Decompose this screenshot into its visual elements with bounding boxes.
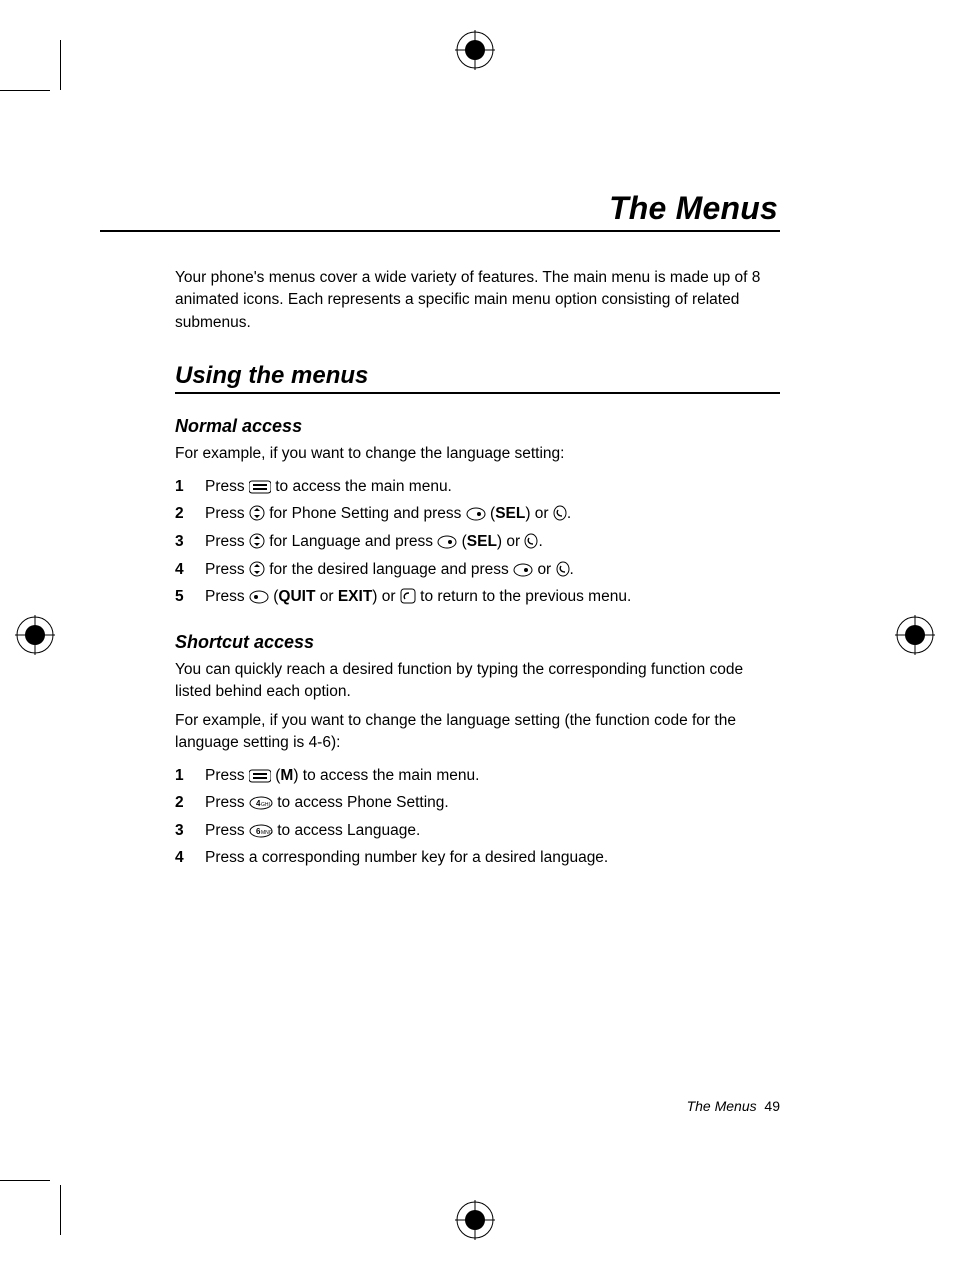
- label-quit: QUIT: [278, 588, 315, 605]
- steps-list: 1 Press to access the main menu. 2 Press…: [175, 474, 780, 610]
- steps-list: 1 Press (M) to access the main menu. 2 P…: [175, 763, 780, 871]
- step-number: 5: [175, 584, 205, 610]
- registration-mark-icon: [15, 615, 55, 655]
- menu-key-icon: [249, 477, 271, 492]
- page-title: The Menus: [175, 190, 780, 227]
- crop-mark-icon: [0, 1180, 50, 1181]
- section-heading: Using the menus: [175, 362, 780, 394]
- subsection-heading: Shortcut access: [175, 632, 780, 653]
- page-number: 49: [764, 1098, 780, 1114]
- softkey-icon: [437, 532, 457, 547]
- step-number: 4: [175, 557, 205, 583]
- step-number: 4: [175, 845, 205, 871]
- page-title-row: The Menus: [175, 190, 780, 227]
- step-item: 1 Press (M) to access the main menu.: [175, 763, 780, 789]
- digit-4-key-icon: 4GHI: [249, 793, 273, 808]
- title-rule: [100, 230, 780, 232]
- step-item: 4 Press a corresponding number key for a…: [175, 845, 780, 871]
- step-item: 2 Press for Phone Setting and press (SEL…: [175, 501, 780, 527]
- lead-paragraph: For example, if you want to change the l…: [175, 443, 780, 465]
- step-item: 3 Press 6MNO to access Language.: [175, 818, 780, 844]
- crop-mark-icon: [0, 90, 50, 91]
- intro-paragraph: Your phone's menus cover a wide variety …: [175, 267, 780, 334]
- nav-key-icon: [249, 532, 265, 547]
- paragraph: For example, if you want to change the l…: [175, 710, 780, 755]
- crop-mark-icon: [60, 40, 61, 90]
- step-text: Press for Language and press (SEL) or .: [205, 529, 780, 555]
- step-text: Press to access the main menu.: [205, 474, 780, 500]
- crop-mark-icon: [60, 1185, 61, 1235]
- step-text: Press 4GHI to access Phone Setting.: [205, 790, 780, 816]
- step-number: 2: [175, 501, 205, 527]
- step-item: 3 Press for Language and press (SEL) or …: [175, 529, 780, 555]
- step-text: Press for the desired language and press…: [205, 557, 780, 583]
- svg-text:GHI: GHI: [261, 802, 270, 808]
- send-key-icon: [556, 560, 570, 575]
- step-number: 3: [175, 818, 205, 844]
- softkey-left-icon: [249, 587, 269, 602]
- subsection-heading: Normal access: [175, 416, 780, 437]
- end-key-icon: [400, 587, 416, 602]
- softkey-icon: [513, 560, 533, 575]
- page-footer: The Menus 49: [175, 1098, 780, 1114]
- digit-6-key-icon: 6MNO: [249, 821, 273, 836]
- nav-key-icon: [249, 504, 265, 519]
- step-number: 3: [175, 529, 205, 555]
- step-number: 2: [175, 790, 205, 816]
- label-m: M: [280, 767, 293, 784]
- step-text: Press for Phone Setting and press (SEL) …: [205, 501, 780, 527]
- step-item: 5 Press (QUIT or EXIT) or to return to t…: [175, 584, 780, 610]
- step-number: 1: [175, 763, 205, 789]
- step-item: 4 Press for the desired language and pre…: [175, 557, 780, 583]
- softkey-icon: [466, 504, 486, 519]
- registration-mark-icon: [455, 1200, 495, 1240]
- menu-key-icon: [249, 766, 271, 781]
- step-text: Press (QUIT or EXIT) or to return to the…: [205, 584, 780, 610]
- step-item: 1 Press to access the main menu.: [175, 474, 780, 500]
- registration-mark-icon: [895, 615, 935, 655]
- label-sel: SEL: [495, 505, 525, 522]
- send-key-icon: [553, 504, 567, 519]
- step-text: Press a corresponding number key for a d…: [205, 845, 780, 871]
- send-key-icon: [524, 532, 538, 547]
- nav-key-icon: [249, 560, 265, 575]
- step-text: Press 6MNO to access Language.: [205, 818, 780, 844]
- label-exit: EXIT: [338, 588, 372, 605]
- step-number: 1: [175, 474, 205, 500]
- registration-mark-icon: [455, 30, 495, 70]
- paragraph: You can quickly reach a desired function…: [175, 659, 780, 704]
- svg-text:MNO: MNO: [261, 830, 273, 836]
- step-text: Press (M) to access the main menu.: [205, 763, 780, 789]
- step-item: 2 Press 4GHI to access Phone Setting.: [175, 790, 780, 816]
- label-sel: SEL: [467, 533, 497, 550]
- page-content: The Menus Your phone's menus cover a wid…: [175, 190, 780, 873]
- footer-label: The Menus: [687, 1098, 757, 1114]
